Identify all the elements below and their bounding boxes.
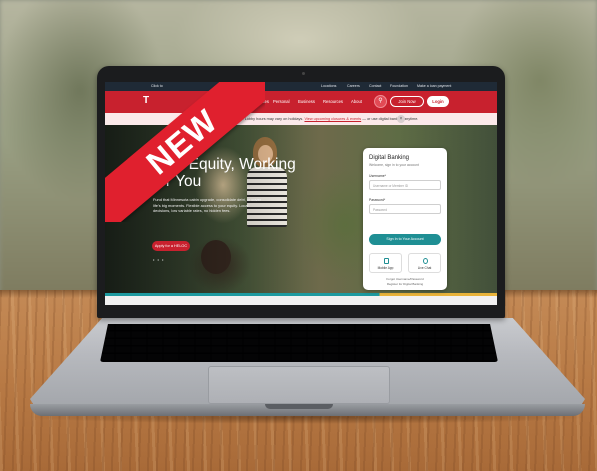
username-input[interactable]: Username or Member ID — [369, 180, 441, 190]
new-ribbon-label: NEW — [139, 101, 225, 182]
join-now-button[interactable]: Join Now — [390, 96, 424, 107]
phone-icon — [384, 258, 389, 264]
nav-link-personal[interactable]: Personal — [273, 99, 290, 104]
password-label: Password* — [369, 198, 386, 202]
topbar-link-contact[interactable]: Contact — [369, 84, 381, 88]
topbar-link-loan-payment[interactable]: Make a loan payment — [417, 84, 451, 88]
laptop-keyboard — [100, 324, 498, 362]
alert-tail: — or use digital banking anytime. — [362, 116, 419, 121]
camera-icon — [302, 72, 305, 75]
nav-link-resources[interactable]: Resources — [323, 99, 343, 104]
topbar-link-foundation[interactable]: Foundation — [390, 84, 408, 88]
username-label: Username* — [369, 174, 386, 178]
nav-link-about[interactable]: About — [351, 99, 362, 104]
digital-banking-card: Digital Banking Welcome, sign in to your… — [363, 148, 447, 290]
laptop-notch — [265, 404, 333, 409]
topbar-link-locations[interactable]: Locations — [321, 84, 336, 88]
topbar-link-careers[interactable]: Careers — [347, 84, 360, 88]
alert-link[interactable]: View upcoming closures & events — [304, 117, 361, 121]
forgot-credentials-link[interactable]: Forgot Username/Password — [363, 277, 447, 281]
laptop-trackpad — [208, 366, 390, 404]
scene: Click to Locations Careers Contact Found… — [0, 0, 597, 471]
live-chat-tile[interactable]: Live Chat — [408, 253, 441, 273]
login-button[interactable]: Login — [427, 96, 449, 107]
mobile-app-label: Mobile App — [377, 266, 394, 270]
mobile-app-tile[interactable]: Mobile App — [369, 253, 402, 273]
password-input[interactable]: Password — [369, 204, 441, 214]
nav-link-business[interactable]: Business — [298, 99, 315, 104]
sign-in-button[interactable]: Sign In to Your Account — [369, 234, 441, 245]
live-chat-label: Live Chat — [417, 266, 432, 270]
new-ribbon: NEW — [105, 82, 265, 222]
search-icon[interactable]: ⚲ — [374, 95, 387, 108]
carousel-dots[interactable]: • • • — [153, 257, 164, 262]
register-link[interactable]: Register for Digital Banking — [363, 282, 447, 286]
apply-heloc-button[interactable]: Apply for a HELOC — [152, 241, 190, 251]
card-subtitle: Welcome, sign in to your account — [369, 163, 419, 167]
card-title: Digital Banking — [369, 155, 410, 161]
chat-icon — [423, 258, 428, 264]
close-icon[interactable]: × — [397, 115, 405, 123]
ribbon-container: NEW — [105, 82, 265, 222]
page-below-fold — [105, 296, 497, 305]
